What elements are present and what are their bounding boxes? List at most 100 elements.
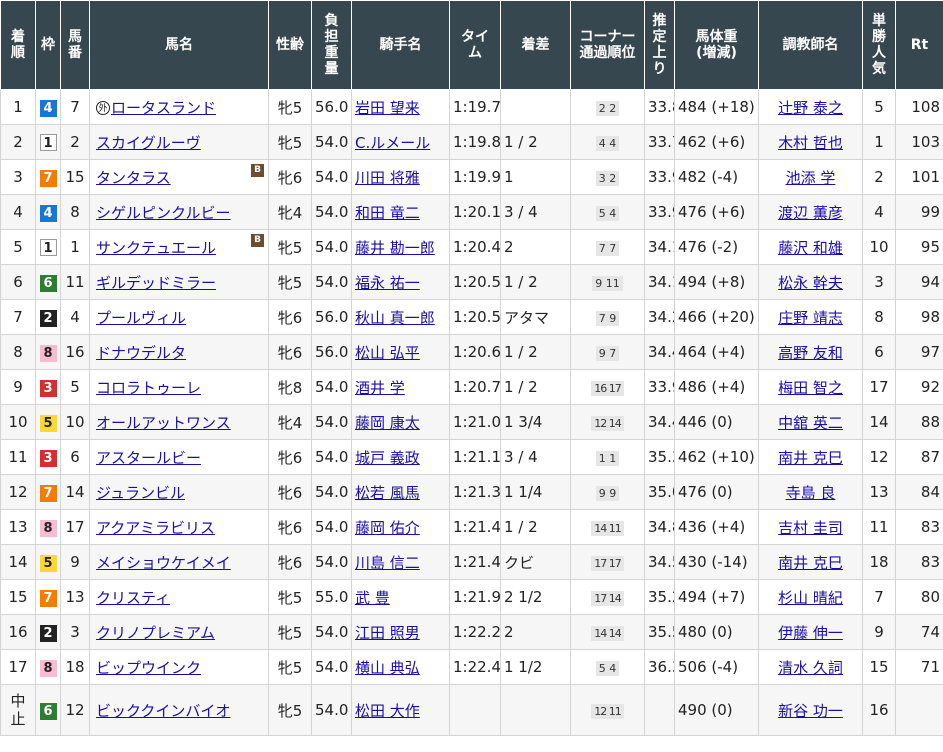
trainer-link[interactable]: 辻野 泰之 (778, 99, 843, 117)
finish-rank: 9 (0, 369, 36, 405)
horse-name-link[interactable]: ビップウインク (96, 659, 201, 677)
corner-positions-cell: 9 11 (570, 264, 645, 300)
trainer-link[interactable]: 寺島 良 (786, 484, 836, 502)
body-weight: 494 (+8) (674, 264, 759, 300)
horse-name-link[interactable]: プールヴィル (96, 309, 186, 327)
jockey-cell: 江田 照男 (351, 614, 450, 650)
jockey-link[interactable]: C.ルメール (355, 134, 430, 152)
jockey-link[interactable]: 岩田 望来 (355, 99, 420, 117)
sex-age: 牝4 (268, 404, 312, 440)
jockey-link[interactable]: 川島 信二 (355, 554, 420, 572)
last-3f (644, 684, 675, 736)
horse-name-link[interactable]: コロラトゥーレ (96, 379, 201, 397)
jockey-link[interactable]: 和田 竜二 (355, 204, 420, 222)
finish-rank: 10 (0, 404, 36, 440)
corner-positions: 17 17 (591, 556, 624, 571)
trainer-link[interactable]: 渡辺 薫彦 (778, 204, 843, 222)
horse-name-link[interactable]: ドナウデルタ (96, 344, 186, 362)
finish-time: 1:20.1 (449, 194, 501, 230)
waku-cell: 8 (35, 334, 61, 370)
last-3f: 33.7 (644, 124, 675, 160)
horse-name-link[interactable]: ビッククインバイオ (96, 702, 230, 720)
waku-cell: 6 (35, 264, 61, 300)
margin: 2 (500, 614, 571, 650)
waku-badge: 1 (39, 239, 57, 256)
trainer-link[interactable]: 南井 克巳 (778, 554, 843, 572)
trainer-link[interactable]: 南井 克巳 (778, 449, 843, 467)
horse-name-link[interactable]: スカイグルーヴ (96, 134, 201, 152)
jockey-link[interactable]: 藤井 勘一郎 (355, 239, 435, 257)
trainer-link[interactable]: 中舘 英二 (778, 414, 843, 432)
finish-time: 1:20.5 (449, 264, 501, 300)
horse-name-link[interactable]: アスタールビー (96, 449, 201, 467)
trainer-link[interactable]: 伊藤 伸一 (778, 624, 843, 642)
corner-positions-cell: 14 14 (570, 614, 645, 650)
trainer-link[interactable]: 清水 久詞 (778, 659, 843, 677)
trainer-link[interactable]: 木村 哲也 (778, 134, 843, 152)
last-3f: 34.1 (644, 264, 675, 300)
jockey-link[interactable]: 藤岡 康太 (355, 414, 420, 432)
rating: 108 (895, 89, 943, 125)
horse-name-link[interactable]: クリスティ (96, 589, 170, 607)
jockey-link[interactable]: 江田 照男 (355, 624, 420, 642)
trainer-link[interactable]: 松永 幹夫 (778, 274, 843, 292)
finish-rank: 1 (0, 89, 36, 125)
table-row: 212スカイグルーヴ牝554.0C.ルメール1:19.81 / 24 433.7… (0, 124, 943, 160)
horse-name-cell: 外ロータスランド (89, 89, 269, 125)
trainer-link[interactable]: 高野 友和 (778, 344, 843, 362)
trainer-cell: 松永 幹夫 (758, 264, 863, 300)
corner-positions: 12 14 (591, 416, 624, 431)
trainer-link[interactable]: 庄野 靖志 (778, 309, 843, 327)
horse-name-link[interactable]: ジュランビル (96, 484, 185, 502)
waku-badge: 6 (39, 274, 57, 292)
jockey-link[interactable]: 松山 弘平 (355, 344, 420, 362)
col-header-rt: Rt (895, 0, 943, 90)
horse-name-link[interactable]: ロータスランド (111, 99, 216, 117)
horse-name-link[interactable]: メイショウケイメイ (96, 554, 231, 572)
body-weight: 446 (0) (674, 404, 759, 440)
jockey-link[interactable]: 酒井 学 (355, 379, 405, 397)
horse-name-link[interactable]: ギルデッドミラー (96, 274, 216, 292)
finish-rank: 15 (0, 579, 36, 615)
trainer-link[interactable]: 杉山 晴紀 (778, 589, 843, 607)
jockey-link[interactable]: 福永 祐一 (355, 274, 420, 292)
jockey-link[interactable]: 横山 典弘 (355, 659, 420, 677)
last-3f: 35.0 (644, 474, 675, 510)
horse-name-cell: メイショウケイメイ (89, 544, 269, 580)
waku-badge: 8 (39, 344, 57, 362)
table-row: 13 8 17 アクアミラビリス 牝6 54.0 藤岡 佑介 1:21.4 1 / 2 14 11… (0, 509, 943, 545)
margin: 2 (500, 229, 571, 265)
horse-number: 3 (60, 614, 90, 650)
jockey-link[interactable]: 松若 風馬 (355, 484, 420, 502)
horse-name-link[interactable]: アクアミラビリス (96, 519, 215, 537)
horse-name-link[interactable]: オールアットワンス (96, 414, 231, 432)
horse-name-link[interactable]: シゲルピンクルビー (96, 204, 231, 222)
carried-weight: 54.0 (311, 264, 352, 300)
jockey-cell: 横山 典弘 (351, 649, 450, 685)
finish-rank: 3 (0, 159, 36, 195)
corner-positions: 9 7 (595, 346, 620, 361)
jockey-link[interactable]: 川田 将雅 (355, 169, 420, 187)
sex-age: 牝5 (268, 614, 312, 650)
trainer-cell: 吉村 圭司 (758, 509, 863, 545)
trainer-link[interactable]: 梅田 智之 (778, 379, 843, 397)
jockey-link[interactable]: 武 豊 (355, 589, 390, 607)
trainer-link[interactable]: 藤沢 和雄 (778, 239, 843, 257)
trainer-link[interactable]: 吉村 圭司 (778, 519, 843, 537)
trainer-link[interactable]: 新谷 功一 (778, 702, 843, 720)
trainer-cell: 高野 友和 (758, 334, 863, 370)
rating: 87 (895, 439, 943, 475)
horse-name-link[interactable]: クリノプレミアム (96, 624, 215, 642)
corner-positions-cell: 14 11 (570, 509, 645, 545)
horse-name-link[interactable]: タンタラス (96, 169, 171, 187)
horse-name-link[interactable]: サンクテュエール (96, 239, 216, 257)
jockey-link[interactable]: 松田 大作 (355, 702, 420, 720)
col-header-weight: 負担重量 (311, 0, 352, 90)
rating: 97 (895, 334, 943, 370)
win-popularity: 14 (862, 404, 896, 440)
jockey-link[interactable]: 秋山 真一郎 (355, 309, 435, 327)
jockey-link[interactable]: 藤岡 佑介 (355, 519, 420, 537)
trainer-link[interactable]: 池添 学 (786, 169, 836, 187)
win-popularity: 5 (862, 89, 896, 125)
jockey-link[interactable]: 城戸 義政 (355, 449, 420, 467)
